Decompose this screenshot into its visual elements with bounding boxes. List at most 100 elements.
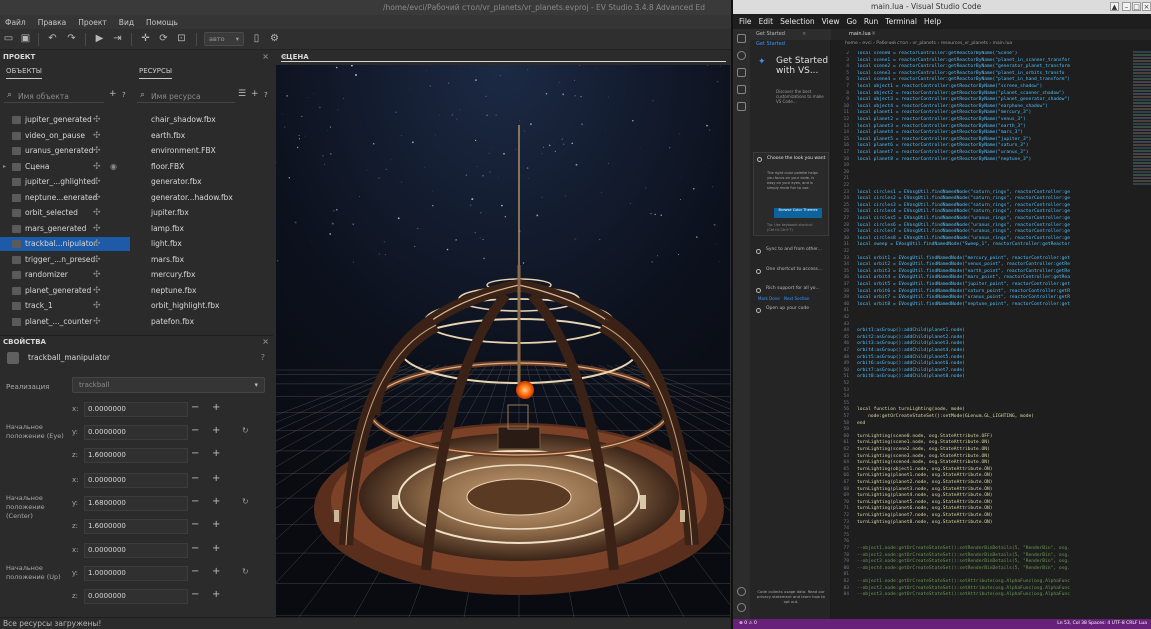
toggle-icon[interactable]: ✣ [93,191,101,205]
resource-list-item[interactable]: chair_shadow.fbx [151,113,216,127]
help-icon[interactable]: ? [264,91,268,99]
save-icon[interactable]: ▣ [20,34,31,44]
device-icon[interactable]: ▯ [251,34,262,44]
increment-icon[interactable]: + [212,448,220,459]
code-line[interactable]: 17 local planet7 = reactorController:getR… [831,150,1101,157]
code-line[interactable]: 84 --object3.node:getOrCreateStateSet():s… [831,592,1101,599]
code-line[interactable]: 62 turnLighting(scene2.node, osg.StateAtt… [831,447,1101,454]
toggle-icon[interactable]: ✣ [93,268,101,282]
close-icon[interactable]: × [802,29,806,40]
resource-search-input[interactable] [151,90,231,102]
code-line[interactable]: 52 [831,381,1101,388]
toggle-icon[interactable]: ✣ [93,299,101,313]
get-started-step[interactable]: Open up your code [753,304,829,316]
code-line[interactable]: 44 orbit1:asGroup():addChild(planet1.node… [831,328,1101,335]
toggle-icon[interactable]: ✣ [93,253,101,267]
get-started-step[interactable]: Sync to and from other... [753,245,829,257]
resource-list-item[interactable]: floor.FBX [151,160,184,174]
menu-item[interactable]: Помощь [146,18,178,27]
close-icon[interactable]: × [281,52,726,62]
resource-list-item[interactable]: generator.fbx [151,175,202,189]
redo-icon[interactable]: ↷ [66,34,77,44]
open-folder-icon[interactable]: ▭ [3,34,14,44]
toggle-icon[interactable]: ✣ [93,222,101,236]
expand-icon[interactable]: ▸ [3,160,6,174]
object-list-item[interactable]: randomizer ✣ [0,268,130,282]
resource-list-item[interactable]: orbit_highlight.fbx [151,299,219,313]
code-line[interactable]: 64 turnLighting(scene4.node, osg.StateAtt… [831,460,1101,467]
code-line[interactable]: 71 turnLighting(planet6.node, osg.StateAt… [831,506,1101,513]
object-search-input[interactable] [18,90,98,102]
help-icon[interactable]: ? [122,91,126,99]
object-list-item[interactable]: video_on_pause ✣ [0,129,130,143]
close-icon[interactable]: × [262,336,269,348]
search-icon[interactable] [737,51,746,60]
code-line[interactable]: 81 [831,572,1101,579]
resource-list-item[interactable]: mars.fbx [151,253,184,267]
object-list-item[interactable]: ▸ Сцена ✣ ◉ [0,160,130,174]
code-line[interactable]: 11 local planet1 = reactorController:getR… [831,110,1101,117]
coordinate-value-y[interactable]: 1.6800000 [84,495,188,511]
code-line[interactable]: 7 local object1 = reactorController:getRe… [831,84,1101,91]
problems-indicator[interactable]: ⊗ 0 ⚠ 0 [739,619,757,629]
get-started-step[interactable]: Rich support for all yo... [753,284,829,296]
realization-select[interactable]: trackball ▾ [72,377,265,393]
toggle-icon[interactable]: ✣ [93,160,101,174]
reset-icon[interactable]: ↻ [242,497,249,506]
undo-icon[interactable]: ↶ [47,34,58,44]
rotate-icon[interactable]: ⟳ [158,34,169,44]
object-list-item[interactable]: trigger_...n_presed ✣ [0,253,130,267]
increment-icon[interactable]: + [212,589,220,600]
code-line[interactable]: 47 orbit4:asGroup():addChild(planet4.node… [831,348,1101,355]
code-line[interactable]: 49 orbit6:asGroup():addChild(planet6.node… [831,361,1101,368]
tab-main-lua[interactable]: main.lua [849,31,871,37]
source-control-icon[interactable] [737,68,746,77]
code-line[interactable]: 29 local circles7 = EVosgUtil.findNamedNo… [831,229,1101,236]
object-list-item[interactable]: trackbal...nipulator ✣ [0,237,130,251]
object-list-item[interactable]: orbit_selected ✣ [0,206,130,220]
code-line[interactable]: 21 [831,176,1101,183]
code-line[interactable]: 82 --object1.node:getOrCreateStateSet():s… [831,579,1101,586]
code-line[interactable]: 16 local planet6 = reactorController:getR… [831,143,1101,150]
tab-objects[interactable]: ОБЪЕКТЫ [6,67,42,79]
view-mode-select[interactable]: авто ▾ [204,32,244,46]
menu-item[interactable]: Selection [780,17,815,26]
theme-card[interactable]: Choose the look you want The right color… [753,152,829,236]
code-line[interactable]: 32 [831,249,1101,256]
resource-list-item[interactable]: generator...hadow.fbx [151,191,233,205]
code-line[interactable]: 12 local planet2 = reactorController:getR… [831,117,1101,124]
decrement-icon[interactable]: − [191,448,199,459]
resource-list-item[interactable]: light.fbx [151,237,182,251]
scene-viewport[interactable] [276,65,730,617]
object-list-item[interactable]: jupiter_...ghlighted ✣ [0,175,130,189]
coordinate-value-y[interactable]: 1.0000000 [84,566,188,581]
minimize-icon[interactable]: – [1122,2,1131,11]
close-icon[interactable]: × [1142,2,1151,11]
list-view-icon[interactable]: ☰ [238,89,246,99]
move-icon[interactable]: ✛ [140,34,151,44]
reset-icon[interactable]: ↻ [242,426,249,435]
toggle-icon[interactable]: ✣ [93,175,101,189]
code-line[interactable]: 76 [831,539,1101,546]
code-editor[interactable]: main.lua × home › evci › Рабочий стол › … [831,29,1151,619]
add-object-icon[interactable]: + [109,89,117,99]
toggle-icon[interactable]: ✣ [93,113,101,127]
next-section-link[interactable]: Next Section [784,296,809,301]
code-line[interactable]: 14 local planet4 = reactorController:getR… [831,130,1101,137]
coordinate-value-z[interactable]: 1.6000000 [84,448,188,463]
toggle-icon[interactable]: ✣ [93,129,101,143]
code-line[interactable]: 18 local planet8 = reactorController:getR… [831,157,1101,164]
code-line[interactable]: 79 --object3.node:getOrCreateStateSet():s… [831,559,1101,566]
coordinate-value-x[interactable]: 0.0000000 [84,543,188,558]
menu-item[interactable]: View [822,17,840,26]
toggle-icon[interactable]: ✣ [93,144,101,158]
code-lines[interactable]: 2 local scene0 = reactorController:getRea… [831,51,1101,619]
resource-list-item[interactable]: patefon.fbx [151,315,194,329]
increment-icon[interactable]: + [212,425,220,436]
code-line[interactable]: 27 local circles5 = EVosgUtil.findNamedNo… [831,216,1101,223]
tab-resources[interactable]: РЕСУРСЫ [139,67,173,79]
increment-icon[interactable]: + [212,402,220,413]
code-line[interactable]: 72 turnLighting(planet7.node, osg.StateAt… [831,513,1101,520]
eye-icon[interactable]: ◉ [110,160,117,174]
code-line[interactable]: 31 local sweep = EVosgUtil.findNamedNode(… [831,242,1101,249]
